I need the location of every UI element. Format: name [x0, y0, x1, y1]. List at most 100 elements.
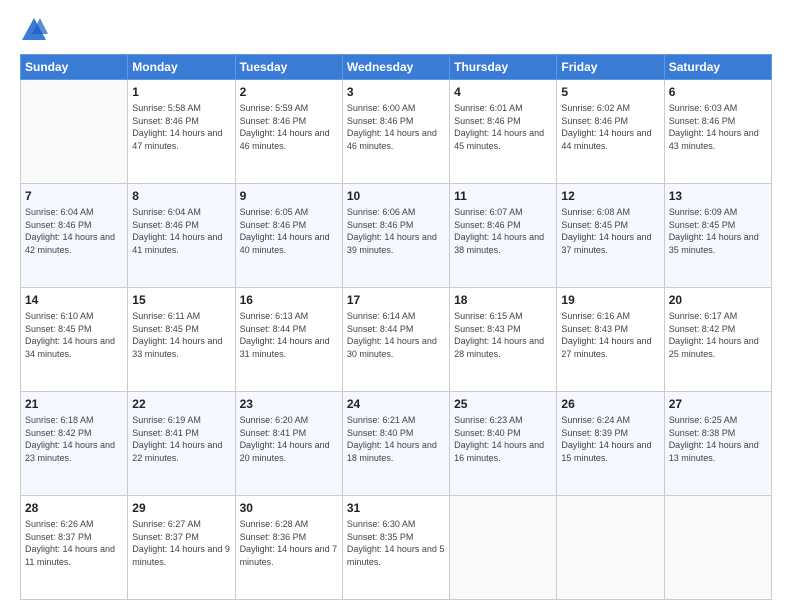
day-number: 23 [240, 396, 338, 412]
day-info: Sunrise: 6:08 AMSunset: 8:45 PMDaylight:… [561, 206, 659, 256]
calendar-cell: 1Sunrise: 5:58 AMSunset: 8:46 PMDaylight… [128, 80, 235, 184]
calendar-body: 1Sunrise: 5:58 AMSunset: 8:46 PMDaylight… [21, 80, 772, 600]
day-number: 14 [25, 292, 123, 308]
header-row: SundayMondayTuesdayWednesdayThursdayFrid… [21, 55, 772, 80]
day-info: Sunrise: 6:15 AMSunset: 8:43 PMDaylight:… [454, 310, 552, 360]
calendar-cell: 8Sunrise: 6:04 AMSunset: 8:46 PMDaylight… [128, 184, 235, 288]
day-number: 3 [347, 84, 445, 100]
day-number: 11 [454, 188, 552, 204]
calendar-week: 28Sunrise: 6:26 AMSunset: 8:37 PMDayligh… [21, 496, 772, 600]
logo-icon [20, 16, 48, 44]
calendar-cell: 27Sunrise: 6:25 AMSunset: 8:38 PMDayligh… [664, 392, 771, 496]
day-info: Sunrise: 6:21 AMSunset: 8:40 PMDaylight:… [347, 414, 445, 464]
day-info: Sunrise: 6:28 AMSunset: 8:36 PMDaylight:… [240, 518, 338, 568]
day-number: 29 [132, 500, 230, 516]
calendar-cell: 30 Sunrise: 6:28 AMSunset: 8:36 PMDayligh… [235, 496, 342, 600]
calendar-week: 21 Sunrise: 6:18 AMSunset: 8:42 PMDayligh… [21, 392, 772, 496]
header-cell: Monday [128, 55, 235, 80]
day-info: Sunrise: 6:19 AMSunset: 8:41 PMDaylight:… [132, 414, 230, 464]
calendar-cell: 29 Sunrise: 6:27 AMSunset: 8:37 PMDayligh… [128, 496, 235, 600]
day-info: Sunrise: 6:27 AMSunset: 8:37 PMDaylight:… [132, 518, 230, 568]
day-number: 9 [240, 188, 338, 204]
calendar-cell: 20 Sunrise: 6:17 AMSunset: 8:42 PMDayligh… [664, 288, 771, 392]
calendar-cell: 13Sunrise: 6:09 AMSunset: 8:45 PMDayligh… [664, 184, 771, 288]
calendar-cell [664, 496, 771, 600]
calendar-cell: 9 Sunrise: 6:05 AMSunset: 8:46 PMDaylight… [235, 184, 342, 288]
calendar-cell: 18 Sunrise: 6:15 AMSunset: 8:43 PMDayligh… [450, 288, 557, 392]
calendar-cell: 4 Sunrise: 6:01 AMSunset: 8:46 PMDaylight… [450, 80, 557, 184]
calendar-cell: 25Sunrise: 6:23 AMSunset: 8:40 PMDayligh… [450, 392, 557, 496]
day-number: 26 [561, 396, 659, 412]
day-number: 20 [669, 292, 767, 308]
calendar-week: 14 Sunrise: 6:10 AMSunset: 8:45 PMDayligh… [21, 288, 772, 392]
day-number: 6 [669, 84, 767, 100]
calendar-cell: 31 Sunrise: 6:30 AMSunset: 8:35 PMDayligh… [342, 496, 449, 600]
calendar-cell: 3 Sunrise: 6:00 AMSunset: 8:46 PMDaylight… [342, 80, 449, 184]
day-info: Sunrise: 6:07 AMSunset: 8:46 PMDaylight:… [454, 206, 552, 256]
day-number: 21 [25, 396, 123, 412]
calendar-cell [450, 496, 557, 600]
day-info: Sunrise: 6:09 AMSunset: 8:45 PMDaylight:… [669, 206, 767, 256]
day-info: Sunrise: 6:11 AMSunset: 8:45 PMDaylight:… [132, 310, 230, 360]
calendar-cell: 15 Sunrise: 6:11 AMSunset: 8:45 PMDayligh… [128, 288, 235, 392]
header-cell: Saturday [664, 55, 771, 80]
day-number: 24 [347, 396, 445, 412]
calendar-cell [557, 496, 664, 600]
logo [20, 16, 52, 44]
day-number: 19 [561, 292, 659, 308]
calendar-cell: 23 Sunrise: 6:20 AMSunset: 8:41 PMDayligh… [235, 392, 342, 496]
calendar-cell: 2 Sunrise: 5:59 AMSunset: 8:46 PMDaylight… [235, 80, 342, 184]
calendar-cell: 16Sunrise: 6:13 AMSunset: 8:44 PMDayligh… [235, 288, 342, 392]
calendar-cell: 24 Sunrise: 6:21 AMSunset: 8:40 PMDayligh… [342, 392, 449, 496]
day-info: Sunrise: 6:01 AMSunset: 8:46 PMDaylight:… [454, 102, 552, 152]
day-info: Sunrise: 6:24 AMSunset: 8:39 PMDaylight:… [561, 414, 659, 464]
day-info: Sunrise: 6:00 AMSunset: 8:46 PMDaylight:… [347, 102, 445, 152]
calendar-cell: 7Sunrise: 6:04 AMSunset: 8:46 PMDaylight… [21, 184, 128, 288]
day-number: 22 [132, 396, 230, 412]
day-number: 18 [454, 292, 552, 308]
day-info: Sunrise: 6:17 AMSunset: 8:42 PMDaylight:… [669, 310, 767, 360]
calendar-week: 1Sunrise: 5:58 AMSunset: 8:46 PMDaylight… [21, 80, 772, 184]
day-info: Sunrise: 6:14 AMSunset: 8:44 PMDaylight:… [347, 310, 445, 360]
header [20, 16, 772, 44]
calendar-cell: 26 Sunrise: 6:24 AMSunset: 8:39 PMDayligh… [557, 392, 664, 496]
day-info: Sunrise: 6:02 AMSunset: 8:46 PMDaylight:… [561, 102, 659, 152]
day-number: 12 [561, 188, 659, 204]
day-number: 15 [132, 292, 230, 308]
header-cell: Thursday [450, 55, 557, 80]
day-info: Sunrise: 6:30 AMSunset: 8:35 PMDaylight:… [347, 518, 445, 568]
header-cell: Sunday [21, 55, 128, 80]
day-info: Sunrise: 6:10 AMSunset: 8:45 PMDaylight:… [25, 310, 123, 360]
day-number: 5 [561, 84, 659, 100]
calendar-cell: 17Sunrise: 6:14 AMSunset: 8:44 PMDayligh… [342, 288, 449, 392]
day-number: 2 [240, 84, 338, 100]
day-number: 30 [240, 500, 338, 516]
day-number: 27 [669, 396, 767, 412]
calendar-header: SundayMondayTuesdayWednesdayThursdayFrid… [21, 55, 772, 80]
header-cell: Friday [557, 55, 664, 80]
day-number: 7 [25, 188, 123, 204]
day-number: 31 [347, 500, 445, 516]
day-info: Sunrise: 5:59 AMSunset: 8:46 PMDaylight:… [240, 102, 338, 152]
day-info: Sunrise: 6:16 AMSunset: 8:43 PMDaylight:… [561, 310, 659, 360]
calendar-cell: 19 Sunrise: 6:16 AMSunset: 8:43 PMDayligh… [557, 288, 664, 392]
calendar-cell: 22 Sunrise: 6:19 AMSunset: 8:41 PMDayligh… [128, 392, 235, 496]
day-info: Sunrise: 6:20 AMSunset: 8:41 PMDaylight:… [240, 414, 338, 464]
day-number: 10 [347, 188, 445, 204]
calendar-cell: 28Sunrise: 6:26 AMSunset: 8:37 PMDayligh… [21, 496, 128, 600]
calendar-cell [21, 80, 128, 184]
day-info: Sunrise: 6:13 AMSunset: 8:44 PMDaylight:… [240, 310, 338, 360]
day-info: Sunrise: 6:18 AMSunset: 8:42 PMDaylight:… [25, 414, 123, 464]
day-info: Sunrise: 6:06 AMSunset: 8:46 PMDaylight:… [347, 206, 445, 256]
calendar-cell: 5 Sunrise: 6:02 AMSunset: 8:46 PMDaylight… [557, 80, 664, 184]
day-info: Sunrise: 6:05 AMSunset: 8:46 PMDaylight:… [240, 206, 338, 256]
calendar-cell: 14 Sunrise: 6:10 AMSunset: 8:45 PMDayligh… [21, 288, 128, 392]
day-info: Sunrise: 6:26 AMSunset: 8:37 PMDaylight:… [25, 518, 123, 568]
header-cell: Tuesday [235, 55, 342, 80]
calendar-cell: 12 Sunrise: 6:08 AMSunset: 8:45 PMDayligh… [557, 184, 664, 288]
calendar-cell: 6Sunrise: 6:03 AMSunset: 8:46 PMDaylight… [664, 80, 771, 184]
day-number: 1 [132, 84, 230, 100]
day-number: 25 [454, 396, 552, 412]
day-number: 4 [454, 84, 552, 100]
calendar-cell: 11 Sunrise: 6:07 AMSunset: 8:46 PMDayligh… [450, 184, 557, 288]
